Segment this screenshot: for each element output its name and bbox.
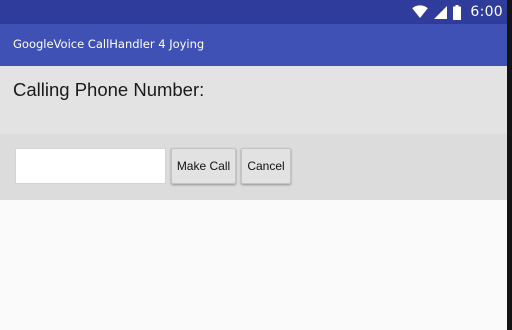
- cancel-button[interactable]: Cancel: [241, 148, 291, 184]
- wifi-icon: [412, 5, 429, 19]
- app-bar: GoogleVoice CallHandler 4 Joying: [0, 24, 507, 66]
- status-icons: 6:00: [412, 3, 503, 21]
- battery-icon: [453, 4, 462, 20]
- signal-icon: [434, 5, 448, 19]
- status-clock: 6:00: [470, 4, 503, 20]
- app-screen: 6:00 GoogleVoice CallHandler 4 Joying Ca…: [0, 0, 507, 330]
- status-bar: 6:00: [0, 0, 507, 24]
- empty-content-area: [0, 200, 507, 330]
- app-title: GoogleVoice CallHandler 4 Joying: [13, 37, 205, 51]
- prompt-label: Calling Phone Number:: [13, 79, 205, 100]
- call-controls: Make Call Cancel: [0, 134, 507, 200]
- make-call-button[interactable]: Make Call: [171, 148, 236, 184]
- prompt-section: Calling Phone Number:: [0, 66, 507, 134]
- phone-number-input[interactable]: [15, 148, 166, 184]
